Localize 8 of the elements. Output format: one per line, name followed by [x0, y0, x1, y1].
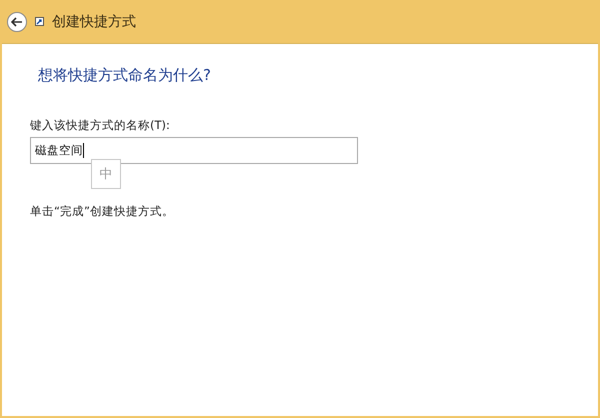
page-heading: 想将快捷方式命名为什么?: [38, 66, 211, 85]
name-input-field[interactable]: 磁盘空间: [30, 137, 358, 164]
instruction-text: 单击“完成”创建快捷方式。: [30, 204, 174, 219]
back-button[interactable]: [7, 12, 27, 32]
field-label: 键入该快捷方式的名称(T):: [30, 118, 170, 133]
back-arrow-icon: [11, 16, 23, 26]
shortcut-icon: [35, 17, 44, 26]
window-title: 创建快捷方式: [52, 12, 136, 30]
